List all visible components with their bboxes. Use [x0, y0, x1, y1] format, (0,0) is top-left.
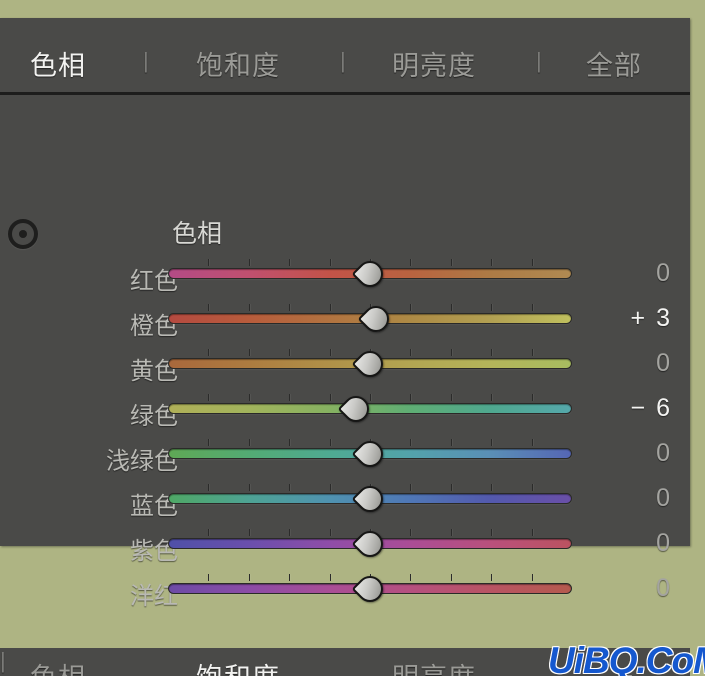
- slider-label: 浅绿色: [106, 448, 178, 475]
- slider-label: 绿色: [130, 403, 178, 430]
- slider-value[interactable]: 0: [592, 574, 672, 603]
- slider-value[interactable]: 0: [592, 484, 672, 513]
- bottom-tab-hue[interactable]: 色相: [30, 656, 86, 676]
- tab-separator-3: |: [536, 48, 542, 73]
- slider-value[interactable]: 0: [592, 349, 672, 378]
- slider-handle-drop: [351, 345, 389, 383]
- bottom-tab-saturation[interactable]: 饱和度: [196, 656, 280, 676]
- slider-label: 蓝色: [130, 493, 178, 520]
- slider-handle[interactable]: [357, 300, 395, 338]
- slider-row: 浅绿色 0: [0, 435, 690, 482]
- slider-handle-drop: [357, 300, 395, 338]
- tab-separator-2: |: [340, 48, 346, 73]
- tab-luminance[interactable]: 明亮度: [392, 44, 476, 83]
- slider-handle[interactable]: [351, 480, 389, 518]
- hsl-panel: 色相 | 饱和度 | 明亮度 | 全部 色相 红色 0 橙色 + 3 黄色 0 绿色 − 6 浅…: [0, 18, 690, 610]
- screenshot-root: 色相 | 饱和度 | 明亮度 | 全部 色相 红色 0 橙色 + 3 黄色 0 绿色 − 6 浅…: [0, 0, 705, 676]
- slider-value[interactable]: 0: [592, 439, 672, 468]
- slider-label: 橙色: [130, 313, 178, 340]
- slider-track-area[interactable]: [168, 480, 572, 518]
- watermark: UiBQ.CoM: [548, 640, 705, 676]
- slider-row: 橙色 + 3: [0, 300, 690, 347]
- slider-track-area[interactable]: [168, 435, 572, 473]
- slider-value[interactable]: + 3: [592, 304, 672, 333]
- slider-track-area[interactable]: [168, 570, 572, 608]
- slider-label: 黄色: [130, 358, 178, 385]
- slider-handle-drop: [351, 435, 389, 473]
- slider-value[interactable]: 0: [592, 529, 672, 558]
- hsl-tabbar: 色相 | 饱和度 | 明亮度 | 全部: [0, 18, 690, 95]
- slider-label: 洋红: [130, 583, 178, 610]
- slider-label: 红色: [130, 268, 178, 295]
- slider-handle[interactable]: [351, 345, 389, 383]
- slider-value[interactable]: − 6: [592, 394, 672, 423]
- slider-row: 洋红 0: [0, 570, 690, 617]
- slider-track-area[interactable]: [168, 525, 572, 563]
- slider-list: 红色 0 橙色 + 3 黄色 0 绿色 − 6 浅绿色 0 蓝色 0 紫色 0 洋红 0: [0, 255, 690, 617]
- tab-saturation[interactable]: 饱和度: [196, 44, 280, 83]
- tab-hue[interactable]: 色相: [30, 44, 86, 83]
- slider-handle[interactable]: [351, 435, 389, 473]
- slider-handle-drop: [351, 255, 389, 293]
- slider-track-area[interactable]: [168, 345, 572, 383]
- slider-track-area[interactable]: [168, 255, 572, 293]
- slider-track-area[interactable]: [168, 390, 572, 428]
- target-adjust-icon[interactable]: [8, 219, 38, 249]
- slider-row: 绿色 − 6: [0, 390, 690, 437]
- slider-row: 紫色 0: [0, 525, 690, 572]
- slider-track-area[interactable]: [168, 300, 572, 338]
- slider-handle[interactable]: [351, 570, 389, 608]
- tab-all[interactable]: 全部: [586, 44, 642, 83]
- hsl-panel-body: 色相 红色 0 橙色 + 3 黄色 0 绿色 − 6 浅绿色 0 蓝色 0 紫色 0 洋红 0: [0, 95, 690, 610]
- slider-handle[interactable]: [351, 255, 389, 293]
- tab-separator-1: |: [143, 48, 149, 73]
- section-title: 色相: [172, 220, 223, 248]
- slider-value[interactable]: 0: [592, 259, 672, 288]
- slider-handle[interactable]: [337, 390, 375, 428]
- slider-label: 紫色: [130, 538, 178, 565]
- slider-handle-drop: [351, 480, 389, 518]
- slider-handle-drop: [351, 570, 389, 608]
- slider-row: 黄色 0: [0, 345, 690, 392]
- slider-handle[interactable]: [351, 525, 389, 563]
- slider-handle-drop: [337, 390, 375, 428]
- bottom-tab-luminance[interactable]: 明亮度: [392, 656, 476, 676]
- slider-row: 蓝色 0: [0, 480, 690, 527]
- slider-row: 红色 0: [0, 255, 690, 302]
- slider-handle-drop: [351, 525, 389, 563]
